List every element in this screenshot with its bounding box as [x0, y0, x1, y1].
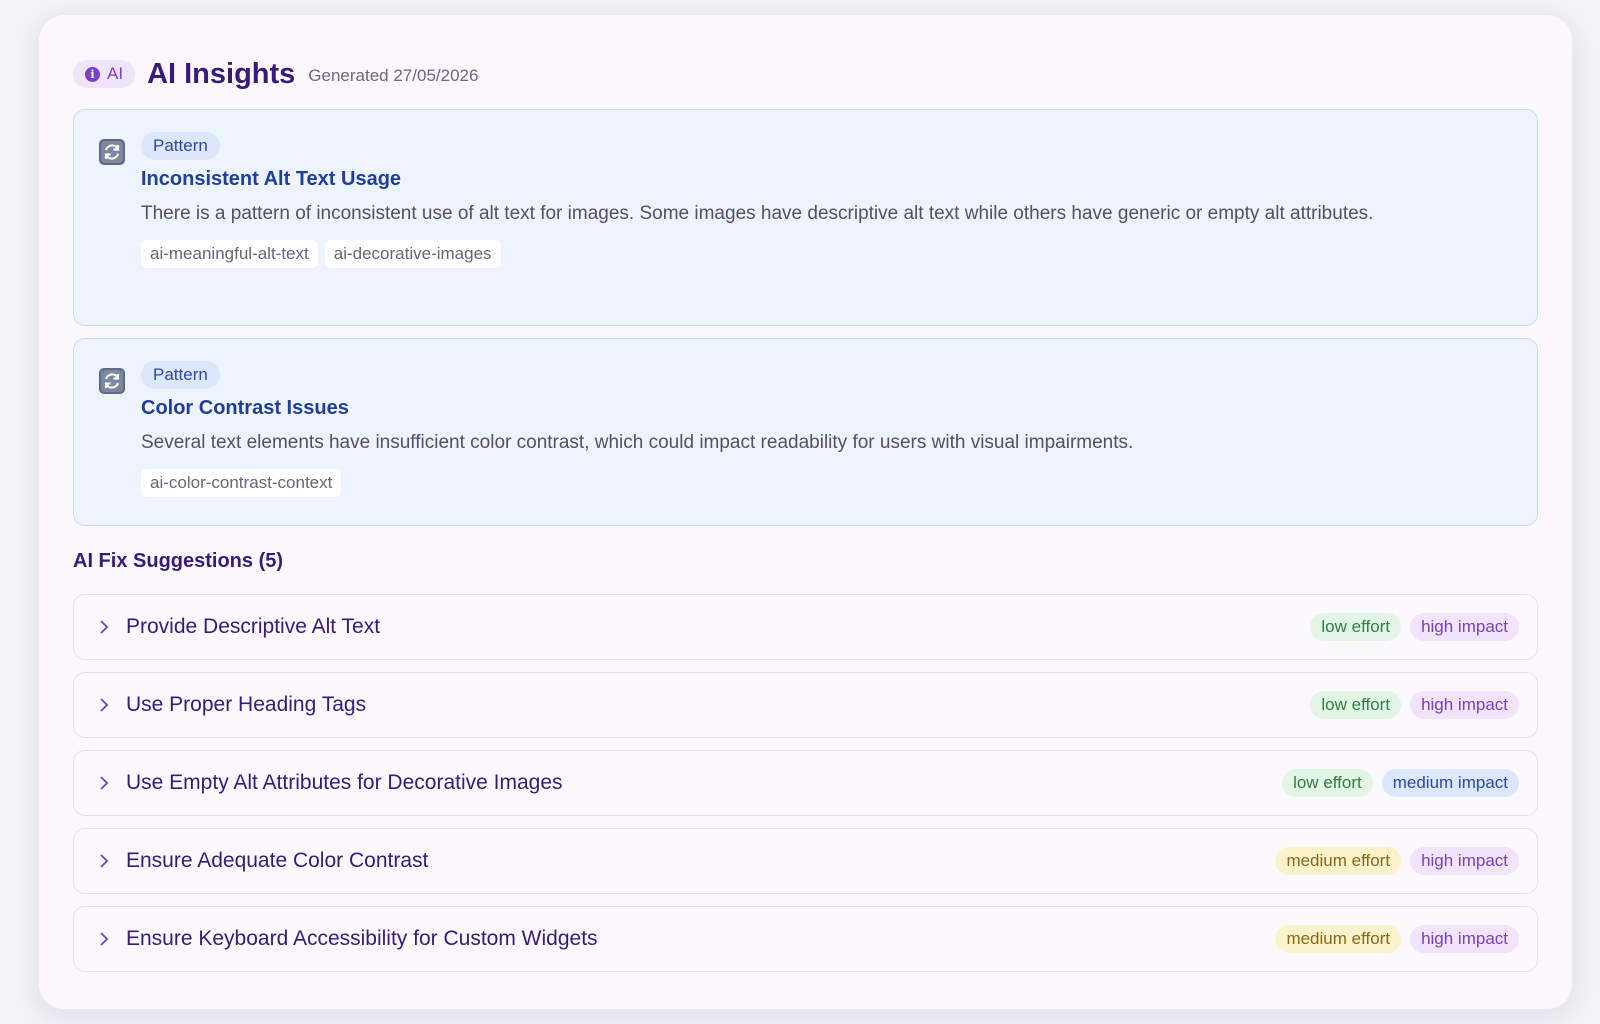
suggestion-title: Use Proper Heading Tags — [126, 693, 367, 716]
effort-badge: low effort — [1310, 613, 1402, 641]
suggestion-row[interactable]: Use Proper Heading Tags low effort high … — [73, 672, 1538, 738]
insight-title: Inconsistent Alt Text Usage — [141, 168, 402, 190]
rule-chip: ai-decorative-images — [324, 240, 501, 268]
insight-card: Pattern Inconsistent Alt Text Usage Ther… — [73, 109, 1538, 326]
rule-chip: ai-color-contrast-context — [141, 469, 342, 497]
insight-description: There is a pattern of inconsistent use o… — [141, 203, 1374, 224]
ai-badge: i AI — [73, 60, 136, 88]
page-title: AI Insights — [147, 57, 296, 90]
effort-badge: medium effort — [1275, 847, 1402, 875]
rule-chip: ai-meaningful-alt-text — [141, 240, 318, 268]
effort-badge: medium effort — [1275, 925, 1402, 953]
impact-badge: high impact — [1410, 691, 1519, 719]
suggestion-title: Use Empty Alt Attributes for Decorative … — [126, 771, 563, 794]
info-icon: i — [85, 66, 100, 82]
insight-title: Color Contrast Issues — [141, 397, 349, 419]
impact-badge: high impact — [1410, 613, 1519, 641]
suggestion-title: Ensure Adequate Color Contrast — [126, 849, 429, 872]
chevron-right-icon — [100, 854, 109, 868]
suggestion-title: Ensure Keyboard Accessibility for Custom… — [126, 927, 598, 950]
pattern-tag: Pattern — [141, 132, 220, 160]
effort-badge: low effort — [1282, 769, 1373, 797]
refresh-icon — [99, 139, 125, 165]
chevron-right-icon — [100, 776, 109, 790]
panel-header: i AI AI Insights Generated 27/05/2026 — [73, 53, 1538, 95]
insight-description: Several text elements have insufficient … — [141, 432, 1134, 453]
suggestion-row[interactable]: Provide Descriptive Alt Text low effort … — [73, 594, 1538, 660]
suggestions-list: Provide Descriptive Alt Text low effort … — [73, 594, 1538, 972]
refresh-icon — [99, 368, 125, 394]
rule-chips: ai-color-contrast-context — [141, 469, 1507, 497]
impact-badge: high impact — [1410, 847, 1519, 875]
pattern-tag: Pattern — [141, 361, 220, 389]
chevron-right-icon — [100, 620, 109, 634]
rule-chips: ai-meaningful-alt-text ai-decorative-ima… — [141, 240, 1507, 268]
suggestion-row[interactable]: Ensure Adequate Color Contrast medium ef… — [73, 828, 1538, 894]
ai-insights-panel: i AI AI Insights Generated 27/05/2026 Pa… — [38, 14, 1573, 1010]
impact-badge: high impact — [1410, 925, 1519, 953]
chevron-right-icon — [100, 698, 109, 712]
suggestion-row[interactable]: Use Empty Alt Attributes for Decorative … — [73, 750, 1538, 816]
insight-card: Pattern Color Contrast Issues Several te… — [73, 338, 1538, 526]
impact-badge: medium impact — [1381, 769, 1519, 797]
generated-date: Generated 27/05/2026 — [308, 65, 479, 85]
suggestions-heading: AI Fix Suggestions (5) — [73, 550, 284, 572]
suggestion-row[interactable]: Ensure Keyboard Accessibility for Custom… — [73, 906, 1538, 972]
ai-badge-label: AI — [107, 64, 124, 83]
suggestion-title: Provide Descriptive Alt Text — [126, 615, 381, 638]
effort-badge: low effort — [1310, 691, 1402, 719]
chevron-right-icon — [100, 932, 109, 946]
